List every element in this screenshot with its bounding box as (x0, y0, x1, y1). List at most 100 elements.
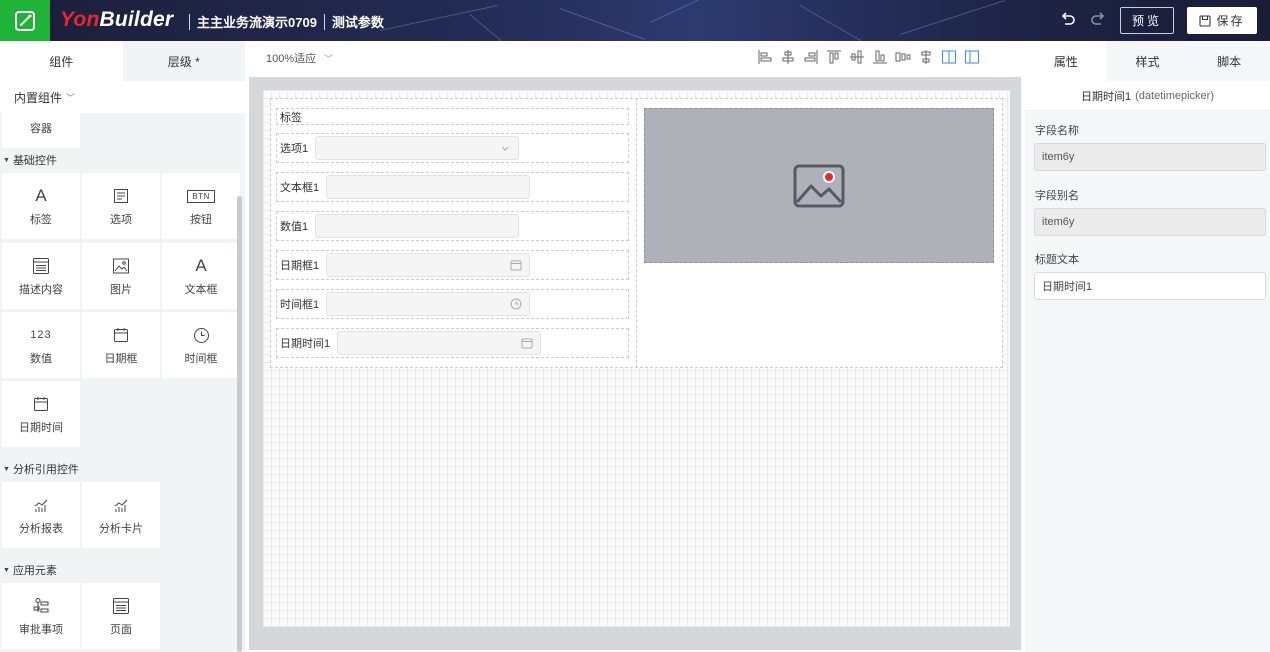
component-select[interactable]: 选项 (82, 173, 160, 239)
column-divider (636, 98, 637, 368)
caret-down-icon: ▼ (3, 566, 10, 574)
component-list[interactable]: 容器 ▼ 基础控件 A 标签 选项 BTN 按钮 描述内容 图片 A 文本框 1… (0, 113, 245, 652)
component-button[interactable]: BTN 按钮 (162, 173, 240, 239)
canvas-label-row[interactable]: 标签 (276, 108, 629, 125)
save-button-label: 保存 (1216, 14, 1245, 28)
zoom-label: 100%适应 (266, 53, 317, 65)
image-placeholder[interactable] (644, 108, 994, 263)
datetime-field[interactable] (337, 331, 541, 355)
image-icon (793, 164, 845, 207)
layout-split-icon[interactable] (964, 49, 980, 65)
calendar-icon (113, 324, 129, 346)
time-field[interactable] (326, 292, 530, 316)
tab-components[interactable]: 组件 (0, 41, 123, 81)
selected-component-name: 日期时间1 (datetimepicker) (1025, 81, 1270, 111)
component-panel: 组件 层级 * 内置组件 ﹀ 容器 ▼ 基础控件 A 标签 选项 BTN 按钮 … (0, 41, 245, 652)
image-icon (112, 255, 130, 277)
caret-down-icon: ▼ (3, 465, 10, 473)
letter-a-icon: A (195, 256, 207, 275)
top-bar: YonBuilder 主主业务流演示0709 测试参数 预览 保存 (0, 0, 1270, 41)
calendar-icon (510, 260, 522, 271)
align-middle-vertical-icon[interactable] (849, 49, 865, 65)
align-bottom-icon[interactable] (872, 49, 888, 65)
clock-icon (510, 298, 522, 310)
calendar-icon (521, 338, 533, 349)
component-date[interactable]: 日期框 (82, 312, 160, 378)
title-text-label: 标题文本 (1035, 254, 1079, 266)
tab-properties[interactable]: 属性 (1025, 41, 1107, 81)
component-container[interactable]: 容器 (2, 113, 80, 148)
app-name: 主主业务流演示0709 (197, 15, 317, 30)
chevron-down-icon: ﹀ (324, 53, 334, 64)
chart-icon (33, 494, 49, 516)
app-title: 主主业务流演示0709 测试参数 (182, 12, 384, 31)
field-name-input: item6y (1034, 143, 1266, 171)
row-label: 文本框1 (280, 182, 320, 194)
field-name-label: 字段名称 (1035, 125, 1079, 137)
align-center-horizontal-icon[interactable] (780, 49, 796, 65)
tab-scripts[interactable]: 脚本 (1188, 41, 1270, 81)
save-button[interactable]: 保存 (1187, 7, 1257, 34)
text-field[interactable] (326, 175, 530, 199)
section-basic[interactable]: ▼ 基础控件 (3, 152, 57, 168)
align-right-icon[interactable] (803, 49, 819, 65)
chevron-down-icon (501, 146, 509, 151)
edit-pen-icon (15, 10, 35, 31)
component-image[interactable]: 图片 (82, 243, 160, 309)
field-alias-label: 字段别名 (1035, 190, 1079, 202)
save-icon (1199, 14, 1212, 27)
row-label: 数值1 (280, 221, 309, 233)
approval-icon (32, 595, 50, 617)
tab-hierarchy[interactable]: 层级 * (122, 41, 245, 81)
zoom-dropdown[interactable]: 100%适应 ﹀ (266, 50, 333, 66)
list-icon (113, 185, 129, 207)
calendar-icon (33, 393, 49, 415)
builtin-label: 内置组件 (14, 90, 63, 105)
undo-icon[interactable] (1058, 10, 1078, 30)
tab-styles[interactable]: 样式 (1107, 41, 1189, 81)
brand-logo: YonBuilder (60, 8, 174, 31)
builtin-components-dropdown[interactable]: 内置组件 ﹀ (0, 81, 245, 113)
btn-icon: BTN (187, 185, 215, 207)
page-name: 测试参数 (331, 15, 384, 30)
component-time[interactable]: 时间框 (162, 312, 240, 378)
component-number[interactable]: 123 数值 (2, 312, 80, 378)
component-page[interactable]: 页面 (82, 583, 160, 649)
component-analysis-report[interactable]: 分析报表 (2, 482, 80, 548)
component-label[interactable]: A 标签 (2, 173, 80, 239)
component-description[interactable]: 描述内容 (2, 243, 80, 309)
preview-button[interactable]: 预览 (1120, 7, 1174, 34)
app-logo[interactable] (0, 0, 50, 41)
chevron-down-icon: ﹀ (66, 92, 76, 103)
letter-a-icon: A (35, 186, 47, 205)
section-analytics[interactable]: ▼ 分析引用控件 (3, 461, 79, 477)
row-label: 时间框1 (280, 299, 320, 311)
clock-icon (193, 324, 210, 346)
redo-icon[interactable] (1088, 10, 1108, 30)
align-left-icon[interactable] (757, 49, 773, 65)
caret-down-icon: ▼ (3, 156, 10, 164)
component-analysis-card[interactable]: 分析卡片 (82, 482, 160, 548)
number-icon: 123 (30, 329, 52, 341)
row-label: 选项1 (280, 143, 309, 155)
left-panel-scrollbar[interactable] (237, 196, 242, 652)
section-app[interactable]: ▼ 应用元素 (3, 562, 57, 578)
component-datetime[interactable]: 日期时间 (2, 381, 80, 447)
canvas-toolbar: 100%适应 ﹀ (245, 41, 1025, 77)
date-field[interactable] (326, 253, 530, 277)
title-text-input[interactable]: 日期时间1 (1034, 272, 1266, 300)
component-approval[interactable]: 审批事项 (2, 583, 80, 649)
number-field[interactable] (315, 214, 519, 238)
properties-panel: 属性 样式 脚本 日期时间1 (datetimepicker) 字段名称 ite… (1025, 41, 1270, 652)
page-icon (112, 595, 130, 617)
document-icon (32, 255, 50, 277)
row-label: 日期时间1 (280, 338, 331, 350)
select-field[interactable] (315, 136, 519, 160)
distribute-vertical-icon[interactable] (918, 49, 934, 65)
chart-icon (113, 494, 129, 516)
distribute-horizontal-icon[interactable] (895, 49, 911, 65)
component-textbox[interactable]: A 文本框 (162, 243, 240, 309)
row-label: 日期框1 (280, 260, 320, 272)
layout-two-column-icon[interactable] (941, 49, 957, 65)
align-top-icon[interactable] (826, 49, 842, 65)
